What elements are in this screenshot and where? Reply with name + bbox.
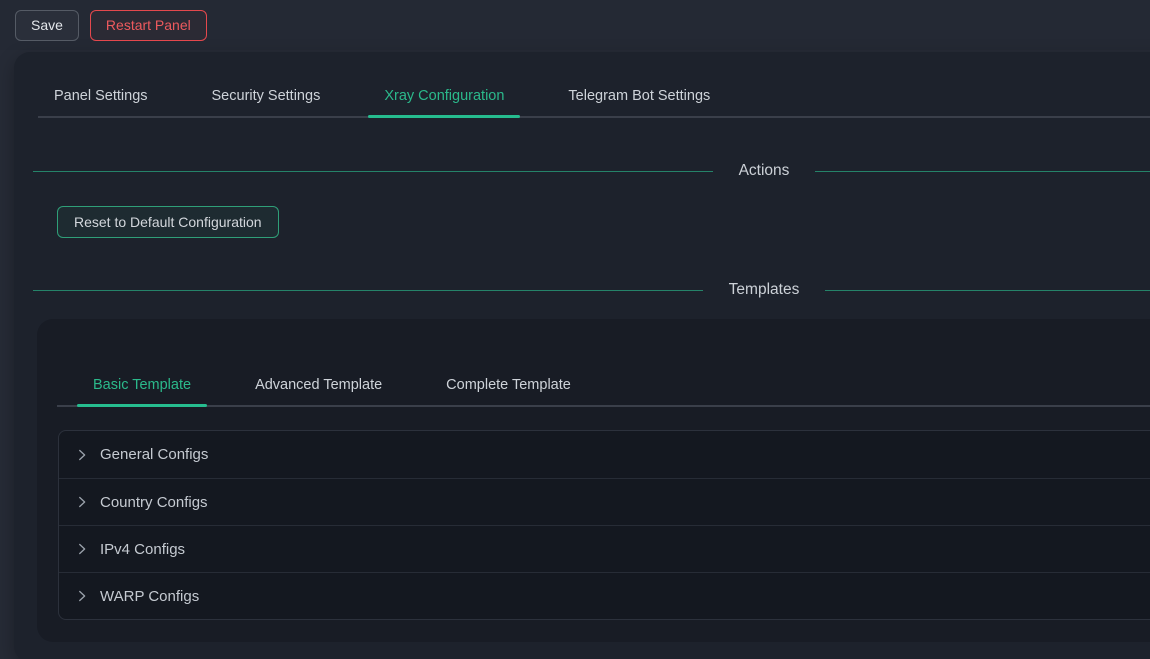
accordion-row-ipv4-configs[interactable]: IPv4 Configs [59, 525, 1150, 572]
template-tab-bar: Basic Template Advanced Template Complet… [57, 365, 1150, 407]
chevron-right-icon [76, 496, 88, 508]
chevron-right-icon [76, 449, 88, 461]
templates-divider: Templates [33, 279, 1150, 301]
accordion-row-label: General Configs [100, 446, 208, 463]
accordion-row-label: WARP Configs [100, 588, 199, 605]
save-button[interactable]: Save [15, 10, 79, 41]
templates-divider-label: Templates [703, 281, 826, 299]
tab-xray-configuration[interactable]: Xray Configuration [368, 76, 520, 116]
restart-panel-button[interactable]: Restart Panel [90, 10, 207, 41]
tab-telegram-bot-settings[interactable]: Telegram Bot Settings [552, 76, 726, 116]
accordion-row-label: Country Configs [100, 494, 208, 511]
accordion-row-country-configs[interactable]: Country Configs [59, 478, 1150, 525]
tab-panel-settings[interactable]: Panel Settings [38, 76, 164, 116]
chevron-right-icon [76, 590, 88, 602]
tab-advanced-template[interactable]: Advanced Template [239, 365, 398, 405]
accordion-row-general-configs[interactable]: General Configs [59, 431, 1150, 478]
reset-to-default-button[interactable]: Reset to Default Configuration [57, 206, 279, 238]
main-tab-bar: Panel Settings Security Settings Xray Co… [38, 76, 1150, 118]
tab-complete-template[interactable]: Complete Template [430, 365, 587, 405]
templates-card: Basic Template Advanced Template Complet… [37, 319, 1150, 642]
accordion-row-warp-configs[interactable]: WARP Configs [59, 572, 1150, 619]
chevron-right-icon [76, 543, 88, 555]
tab-security-settings[interactable]: Security Settings [196, 76, 337, 116]
tab-basic-template[interactable]: Basic Template [77, 365, 207, 405]
config-accordion: General Configs Country Configs IPv4 Con… [58, 430, 1150, 620]
actions-divider: Actions [33, 160, 1150, 182]
topbar: Save Restart Panel [0, 0, 1150, 50]
accordion-row-label: IPv4 Configs [100, 541, 185, 558]
actions-divider-label: Actions [713, 162, 816, 180]
settings-card: Panel Settings Security Settings Xray Co… [14, 52, 1150, 659]
